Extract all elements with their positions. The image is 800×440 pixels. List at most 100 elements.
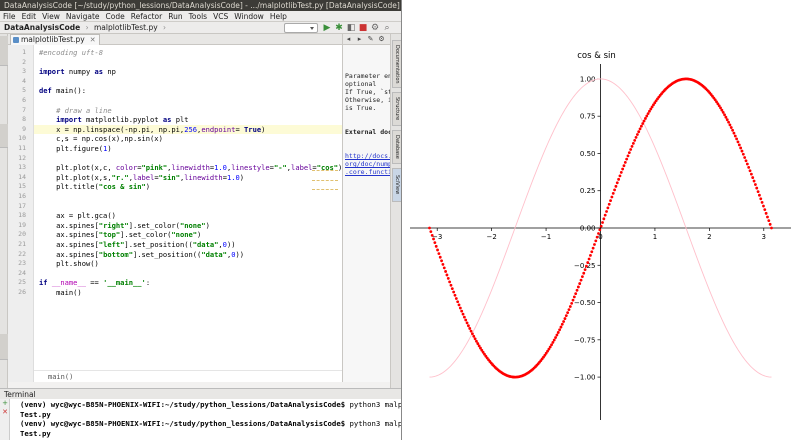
series-sin-point xyxy=(438,255,442,259)
series-sin-point xyxy=(475,339,478,343)
code-line[interactable]: #encoding uft-8 xyxy=(39,48,103,58)
back-icon[interactable]: ◂ xyxy=(343,34,354,45)
menu-run[interactable]: Run xyxy=(165,11,185,21)
series-sin-point xyxy=(735,137,739,141)
run-icon[interactable]: ▶ xyxy=(322,23,332,33)
code-line[interactable]: c,s = np.cos(x),np.sin(x) xyxy=(39,134,163,144)
series-sin-point xyxy=(555,333,559,337)
new-session-icon[interactable]: + xyxy=(0,399,10,408)
debug-icon[interactable]: ✱ xyxy=(334,23,344,33)
code-line[interactable]: # draw a line xyxy=(39,106,112,116)
code-line[interactable]: plt.plot(x,c, color="pink",linewidth=1.0… xyxy=(39,163,342,173)
series-sin-point xyxy=(551,341,555,344)
series-sin-point xyxy=(440,259,443,263)
series-sin-point xyxy=(465,321,469,325)
menu-help[interactable]: Help xyxy=(267,11,290,21)
code-line[interactable]: plt.figure(1) xyxy=(39,144,112,154)
series-sin-point xyxy=(560,322,564,326)
code-line[interactable]: plt.plot(x,s,"r.",label="sin",linewidth=… xyxy=(39,173,244,183)
code-line[interactable]: ax.spines["left"].set_position(("data",0… xyxy=(39,240,235,250)
series-sin-point xyxy=(749,172,753,176)
menu-tools[interactable]: Tools xyxy=(186,11,210,21)
series-sin-point xyxy=(625,157,629,161)
series-sin-point xyxy=(437,252,441,255)
series-sin-point xyxy=(444,270,447,273)
edit-source-icon[interactable]: ✎ xyxy=(365,34,376,45)
code-line[interactable]: ax.spines["right"].set_color("none") xyxy=(39,221,210,231)
menu-navigate[interactable]: Navigate xyxy=(63,11,103,21)
terminal-line: (venv) wyc@wyc-B85N-PHOENIX-WIFI:~/study… xyxy=(20,419,401,429)
menu-file[interactable]: File xyxy=(0,11,19,21)
terminal-panel[interactable]: + ✕ (venv) wyc@wyc-B85N-PHOENIX-WIFI:~/s… xyxy=(0,399,401,440)
structure-tool-tab[interactable] xyxy=(0,124,8,148)
series-sin-point xyxy=(748,169,752,173)
structure-right-tab[interactable]: Structure xyxy=(392,92,401,126)
series-sin-point xyxy=(633,138,637,142)
series-sin-point xyxy=(751,176,755,179)
run-configuration-select[interactable] xyxy=(284,23,318,33)
pycharm-window: DataAnalysisCode [~/study/python_lession… xyxy=(0,0,402,440)
series-sin-point xyxy=(445,273,449,277)
code-line[interactable]: ax.spines["bottom"].set_position(("data"… xyxy=(39,250,244,260)
editor-breadcrumb-footer[interactable]: main() xyxy=(34,370,342,382)
menu-vcs[interactable]: VCS xyxy=(210,11,231,21)
editor-tab-file[interactable]: malplotlibTest.py ✕ xyxy=(10,34,100,45)
code-line[interactable]: plt.show() xyxy=(39,259,99,269)
menu-code[interactable]: Code xyxy=(103,11,128,21)
series-sin-point xyxy=(605,210,608,213)
breadcrumb-separator-icon: › xyxy=(163,23,167,32)
series-sin-point xyxy=(586,261,590,264)
code-line[interactable]: if __name__ == '__main__': xyxy=(39,278,150,288)
series-sin-point xyxy=(450,287,454,291)
code-line[interactable]: x = np.linspace(-np.pi, np.pi,256,endpoi… xyxy=(39,125,265,135)
settings-icon[interactable]: ⚙ xyxy=(370,23,380,33)
series-sin-point xyxy=(623,160,627,164)
series-sin-point xyxy=(760,201,764,204)
close-icon[interactable]: ✕ xyxy=(90,35,96,45)
sciview-tool-tab[interactable]: SciView xyxy=(392,168,401,202)
breadcrumb-file[interactable]: malplotlibTest.py xyxy=(91,22,161,34)
series-sin-point xyxy=(453,293,457,297)
documentation-tool-tab[interactable]: Documentation xyxy=(392,40,401,88)
code-line[interactable]: import matplotlib.pyplot as plt xyxy=(39,115,188,125)
documentation-text: Parameter enc optional If True, `stop Ot… xyxy=(345,56,390,192)
series-sin-point xyxy=(622,164,626,168)
code-line[interactable]: import numpy as np xyxy=(39,67,116,77)
chart-title: cos & sin xyxy=(577,51,616,61)
project-tool-tab[interactable] xyxy=(0,36,8,66)
menu-view[interactable]: View xyxy=(39,11,63,21)
menu-bar: File Edit View Navigate Code Refactor Run Tools… xyxy=(0,11,401,22)
stop-icon[interactable]: ■ xyxy=(358,23,368,33)
line-number: 23 xyxy=(18,259,26,268)
series-sin-point xyxy=(764,211,768,215)
menu-edit[interactable]: Edit xyxy=(19,11,40,21)
series-sin-point xyxy=(615,181,619,185)
menu-window[interactable]: Window xyxy=(231,11,267,21)
documentation-heading: External doc xyxy=(345,128,390,136)
menu-refactor[interactable]: Refactor xyxy=(128,11,165,21)
forward-icon[interactable]: ▸ xyxy=(354,34,365,45)
series-sin-point xyxy=(627,151,631,155)
code-line[interactable]: ax.spines["top"].set_color("none") xyxy=(39,230,201,240)
series-sin-point xyxy=(473,337,477,341)
code-line[interactable]: plt.title("cos & sin") xyxy=(39,182,150,192)
code-editor[interactable]: 1 2 3 4 5 6 7 8 9 10 11 12 13 14 15 16 17 18 19 20 21 22 23 24 2… xyxy=(8,45,342,382)
line-number: 24 xyxy=(18,268,26,277)
database-tool-tab[interactable]: Database xyxy=(392,130,401,164)
terminal-title[interactable]: Terminal xyxy=(4,390,36,399)
coverage-icon[interactable]: ◧ xyxy=(346,23,356,33)
search-icon[interactable]: ⌕ xyxy=(382,23,392,33)
series-sin-point xyxy=(617,177,621,181)
code-line[interactable]: def main(): xyxy=(39,86,86,96)
code-line[interactable]: ax = plt.gca() xyxy=(39,211,116,221)
documentation-link[interactable]: http://docs.sc org/doc/numpy/ .core.func… xyxy=(345,152,390,176)
code-line[interactable]: main() xyxy=(39,288,82,298)
favorites-tool-tab[interactable] xyxy=(0,334,8,360)
series-sin-point xyxy=(741,152,745,156)
terminal-prompt: Test.py xyxy=(20,428,51,438)
close-session-icon[interactable]: ✕ xyxy=(0,408,10,417)
breadcrumb-project[interactable]: DataAnalysisCode xyxy=(0,22,83,34)
series-sin-point xyxy=(645,114,649,118)
settings-icon[interactable]: ⚙ xyxy=(376,34,387,45)
series-sin-point xyxy=(585,264,588,268)
